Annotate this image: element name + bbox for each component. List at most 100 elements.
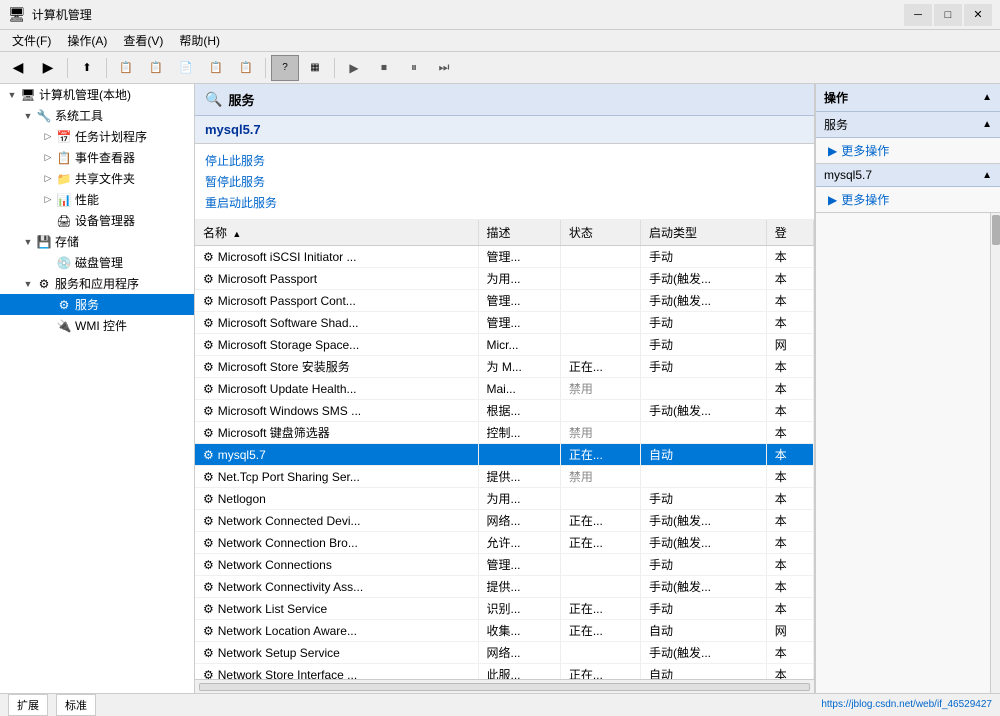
tree-event-viewer[interactable]: ▷ 📋 事件查看器 [0,147,194,168]
dev-icon: 🖨 [56,213,72,229]
shared-expand: ▷ [40,171,56,187]
tree-storage[interactable]: ▼ 💾 存储 [0,231,194,252]
toolbar-btn4[interactable]: 📋 [142,55,170,81]
tree-shared-folders[interactable]: ▷ 📁 共享文件夹 [0,168,194,189]
service-row-start-type: 手动(触发... [641,510,767,532]
right-panel-collapse[interactable]: ▲ [982,92,992,103]
menu-action[interactable]: 操作(A) [59,30,115,51]
dev-expand [40,213,56,229]
col-header-status[interactable]: 状态 [560,220,640,246]
service-row-start-type: 手动(触发... [641,290,767,312]
toolbar-sep1 [67,58,68,78]
table-row[interactable]: ⚙Network Store Interface ...此服...正在...自动… [195,664,814,680]
tree-disk-management[interactable]: 💿 磁盘管理 [0,252,194,273]
tree-root[interactable]: ▼ 🖥 计算机管理(本地) [0,84,194,105]
service-table-container[interactable]: 名称 ▲ 描述 状态 启动类型 登 ⚙Microsoft iSCSI Initi… [195,220,814,679]
service-row-start-type: 手动(触发... [641,532,767,554]
table-row[interactable]: ⚙Netlogon为用...手动本 [195,488,814,510]
horizontal-scrollbar-area[interactable] [195,679,814,693]
table-row[interactable]: ⚙Microsoft Software Shad...管理...手动本 [195,312,814,334]
service-row-start-type: 手动 [641,356,767,378]
pause-service-link[interactable]: 暂停此服务 [205,173,804,190]
service-row-desc: 允许... [478,532,560,554]
right-section-mysql-header[interactable]: mysql5.7 ▲ [816,164,1000,187]
toolbar-restart[interactable]: ⏭ [430,55,458,81]
toolbar-btn3[interactable]: 📋 [112,55,140,81]
toolbar-btn8[interactable]: ? [271,55,299,81]
table-row[interactable]: ⚙mysql5.7正在...自动本 [195,444,814,466]
table-row[interactable]: ⚙Microsoft Store 安装服务为 M...正在...手动本 [195,356,814,378]
right-section-services: 服务 ▲ ▶ 更多操作 [816,112,1000,164]
menu-file[interactable]: 文件(F) [4,30,59,51]
table-row[interactable]: ⚙Network Connected Devi...网络...正在...手动(触… [195,510,814,532]
table-row[interactable]: ⚙Microsoft Passport为用...手动(触发...本 [195,268,814,290]
sort-arrow: ▲ [232,229,241,239]
toolbar-btn5[interactable]: 📄 [172,55,200,81]
horizontal-scrollbar[interactable] [199,683,810,691]
service-row-start-type: 手动(触发... [641,576,767,598]
toolbar-back[interactable]: ◀ [4,55,32,81]
tree-root-label: 计算机管理(本地) [39,86,131,103]
toolbar-btn9[interactable]: ▦ [301,55,329,81]
tree-device-manager[interactable]: 🖨 设备管理器 [0,210,194,231]
table-row[interactable]: ⚙Microsoft Update Health...Mai...禁用本 [195,378,814,400]
right-scrollbar[interactable] [990,213,1000,693]
table-row[interactable]: ⚙Network List Service识别...正在...手动本 [195,598,814,620]
stop-service-link[interactable]: 停止此服务 [205,152,804,169]
toolbar-pause[interactable]: ⏸ [400,55,428,81]
service-row-icon: ⚙ [203,624,214,638]
right-scrollbar-thumb[interactable] [992,215,1000,245]
service-row-desc: 管理... [478,246,560,268]
more-actions-services[interactable]: ▶ 更多操作 [816,138,1000,163]
menu-help[interactable]: 帮助(H) [171,30,228,51]
right-section-services-header[interactable]: 服务 ▲ [816,112,1000,138]
tree-system-tools[interactable]: ▼ 🔧 系统工具 [0,105,194,126]
table-row[interactable]: ⚙Network Connection Bro...允许...正在...手动(触… [195,532,814,554]
close-button[interactable]: ✕ [964,4,992,26]
tree-task-scheduler[interactable]: ▷ 📅 任务计划程序 [0,126,194,147]
col-header-name[interactable]: 名称 ▲ [195,220,478,246]
service-row-icon: ⚙ [203,558,214,572]
toolbar-btn7[interactable]: 📋 [232,55,260,81]
disk-icon: 💿 [56,255,72,271]
tree-services[interactable]: ⚙ 服务 [0,294,194,315]
maximize-button[interactable]: □ [934,4,962,26]
service-row-desc: 管理... [478,290,560,312]
service-row-status: 禁用 [560,466,640,488]
table-row[interactable]: ⚙Microsoft Passport Cont...管理...手动(触发...… [195,290,814,312]
table-row[interactable]: ⚙Microsoft Storage Space...Micr...手动网 [195,334,814,356]
more-actions-mysql-icon: ▶ [828,193,837,207]
more-actions-mysql[interactable]: ▶ 更多操作 [816,187,1000,212]
toolbar-forward[interactable]: ▶ [34,55,62,81]
tab-standard[interactable]: 标准 [56,694,96,716]
tree-wmi[interactable]: 🔌 WMI 控件 [0,315,194,336]
menu-view[interactable]: 查看(V) [115,30,171,51]
service-list: ⚙Microsoft iSCSI Initiator ...管理...手动本⚙M… [195,246,814,680]
toolbar-play[interactable]: ▶ [340,55,368,81]
table-row[interactable]: ⚙Microsoft iSCSI Initiator ...管理...手动本 [195,246,814,268]
table-header-row: 名称 ▲ 描述 状态 启动类型 登 [195,220,814,246]
table-row[interactable]: ⚙Network Connections管理...手动本 [195,554,814,576]
toolbar-stop[interactable]: ⏹ [370,55,398,81]
service-row-name: Network Location Aware... [218,624,357,638]
tree-services-apps[interactable]: ▼ ⚙ 服务和应用程序 [0,273,194,294]
table-row[interactable]: ⚙Network Connectivity Ass...提供...手动(触发..… [195,576,814,598]
svcapp-expand: ▼ [20,276,36,292]
service-row-desc: Micr... [478,334,560,356]
toolbar-btn6[interactable]: 📋 [202,55,230,81]
toolbar-up[interactable]: ⬆ [73,55,101,81]
table-row[interactable]: ⚙Net.Tcp Port Sharing Ser...提供...禁用本 [195,466,814,488]
tab-expand[interactable]: 扩展 [8,694,48,716]
table-row[interactable]: ⚙Network Location Aware...收集...正在...自动网 [195,620,814,642]
table-row[interactable]: ⚙Network Setup Service网络...手动(触发...本 [195,642,814,664]
tree-performance[interactable]: ▷ 📊 性能 [0,189,194,210]
minimize-button[interactable]: ─ [904,4,932,26]
service-row-login: 网 [766,620,813,642]
col-header-start[interactable]: 启动类型 [641,220,767,246]
service-row-status [560,290,640,312]
table-row[interactable]: ⚙Microsoft 键盘筛选器控制...禁用本 [195,422,814,444]
table-row[interactable]: ⚙Microsoft Windows SMS ...根据...手动(触发...本 [195,400,814,422]
restart-service-link[interactable]: 重启动此服务 [205,194,804,211]
col-header-login[interactable]: 登 [766,220,813,246]
col-header-desc[interactable]: 描述 [478,220,560,246]
